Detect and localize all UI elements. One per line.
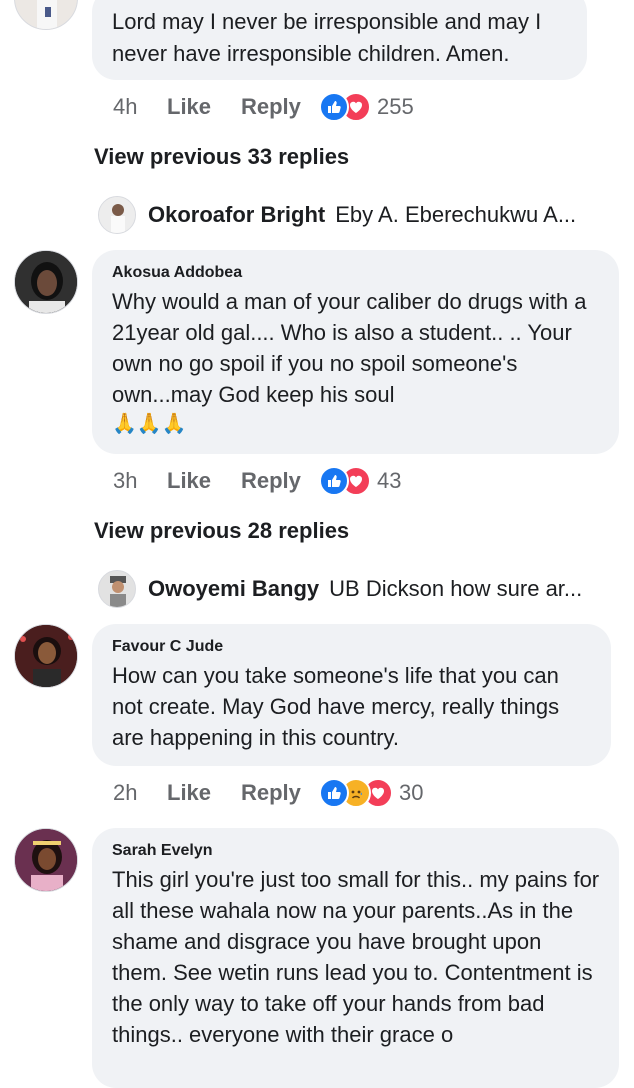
avatar	[98, 196, 136, 234]
like-reaction-icon	[319, 92, 349, 122]
view-previous-replies-link[interactable]: View previous 33 replies	[94, 144, 349, 170]
like-reaction-icon	[319, 466, 349, 496]
reply-button[interactable]: Reply	[241, 780, 319, 806]
reply-preview-text: Eby A. Eberechukwu A...	[335, 202, 577, 227]
reply-button[interactable]: Reply	[241, 94, 319, 120]
comment-text: Why would a man of your caliber do drugs…	[112, 289, 587, 407]
like-button[interactable]: Like	[167, 780, 241, 806]
comment-text: This girl you're just too small for this…	[112, 867, 600, 1047]
like-reaction-icon	[319, 778, 349, 808]
reaction-count: 255	[377, 94, 414, 119]
reply-button[interactable]: Reply	[241, 468, 319, 494]
comment-actions: 4h Like Reply 255	[113, 92, 414, 122]
comment-author[interactable]: Favour C Jude	[112, 638, 593, 656]
comment-bubble: Favour C Jude How can you take someone's…	[92, 624, 611, 766]
avatar	[98, 570, 136, 608]
comment-actions: 3h Like Reply 43	[113, 466, 401, 496]
comment-author[interactable]: Akosua Addobea	[112, 264, 601, 282]
avatar[interactable]	[14, 624, 78, 688]
view-previous-replies-link[interactable]: View previous 28 replies	[94, 518, 349, 544]
like-button[interactable]: Like	[167, 94, 241, 120]
reaction-count: 30	[399, 780, 424, 805]
comment-bubble: Akosua Addobea Why would a man of your c…	[92, 250, 619, 454]
comment-text: Lord may I never be irresponsible and ma…	[112, 9, 542, 66]
comment-author[interactable]: Sarah Evelyn	[112, 842, 601, 860]
reply-preview[interactable]: Okoroafor Bright Eby A. Eberechukwu A...	[98, 196, 576, 234]
emoji-text: 🙏🙏🙏	[112, 413, 187, 435]
reaction-summary[interactable]: 255	[319, 92, 414, 122]
avatar[interactable]	[14, 250, 78, 314]
comment-timestamp: 3h	[113, 468, 138, 493]
reaction-summary[interactable]: 43	[319, 466, 401, 496]
comment-timestamp: 2h	[113, 780, 138, 805]
avatar[interactable]	[14, 0, 78, 30]
reply-author-name[interactable]: Owoyemi Bangy	[148, 576, 319, 602]
avatar[interactable]	[14, 828, 78, 892]
reply-preview-text: UB Dickson how sure ar...	[329, 576, 583, 601]
comment-bubble: Lord may I never be irresponsible and ma…	[92, 0, 587, 80]
comment-bubble: Sarah Evelyn This girl you're just too s…	[92, 828, 619, 1088]
reply-author-name[interactable]: Okoroafor Bright	[148, 202, 325, 228]
reaction-count: 43	[377, 468, 402, 493]
comment-timestamp: 4h	[113, 94, 138, 119]
like-button[interactable]: Like	[167, 468, 241, 494]
comment-text: How can you take someone's life that you…	[112, 663, 560, 750]
comment-actions: 2h Like Reply 30	[113, 778, 423, 808]
reaction-summary[interactable]: 30	[319, 778, 423, 808]
reply-preview[interactable]: Owoyemi Bangy UB Dickson how sure ar...	[98, 570, 582, 608]
